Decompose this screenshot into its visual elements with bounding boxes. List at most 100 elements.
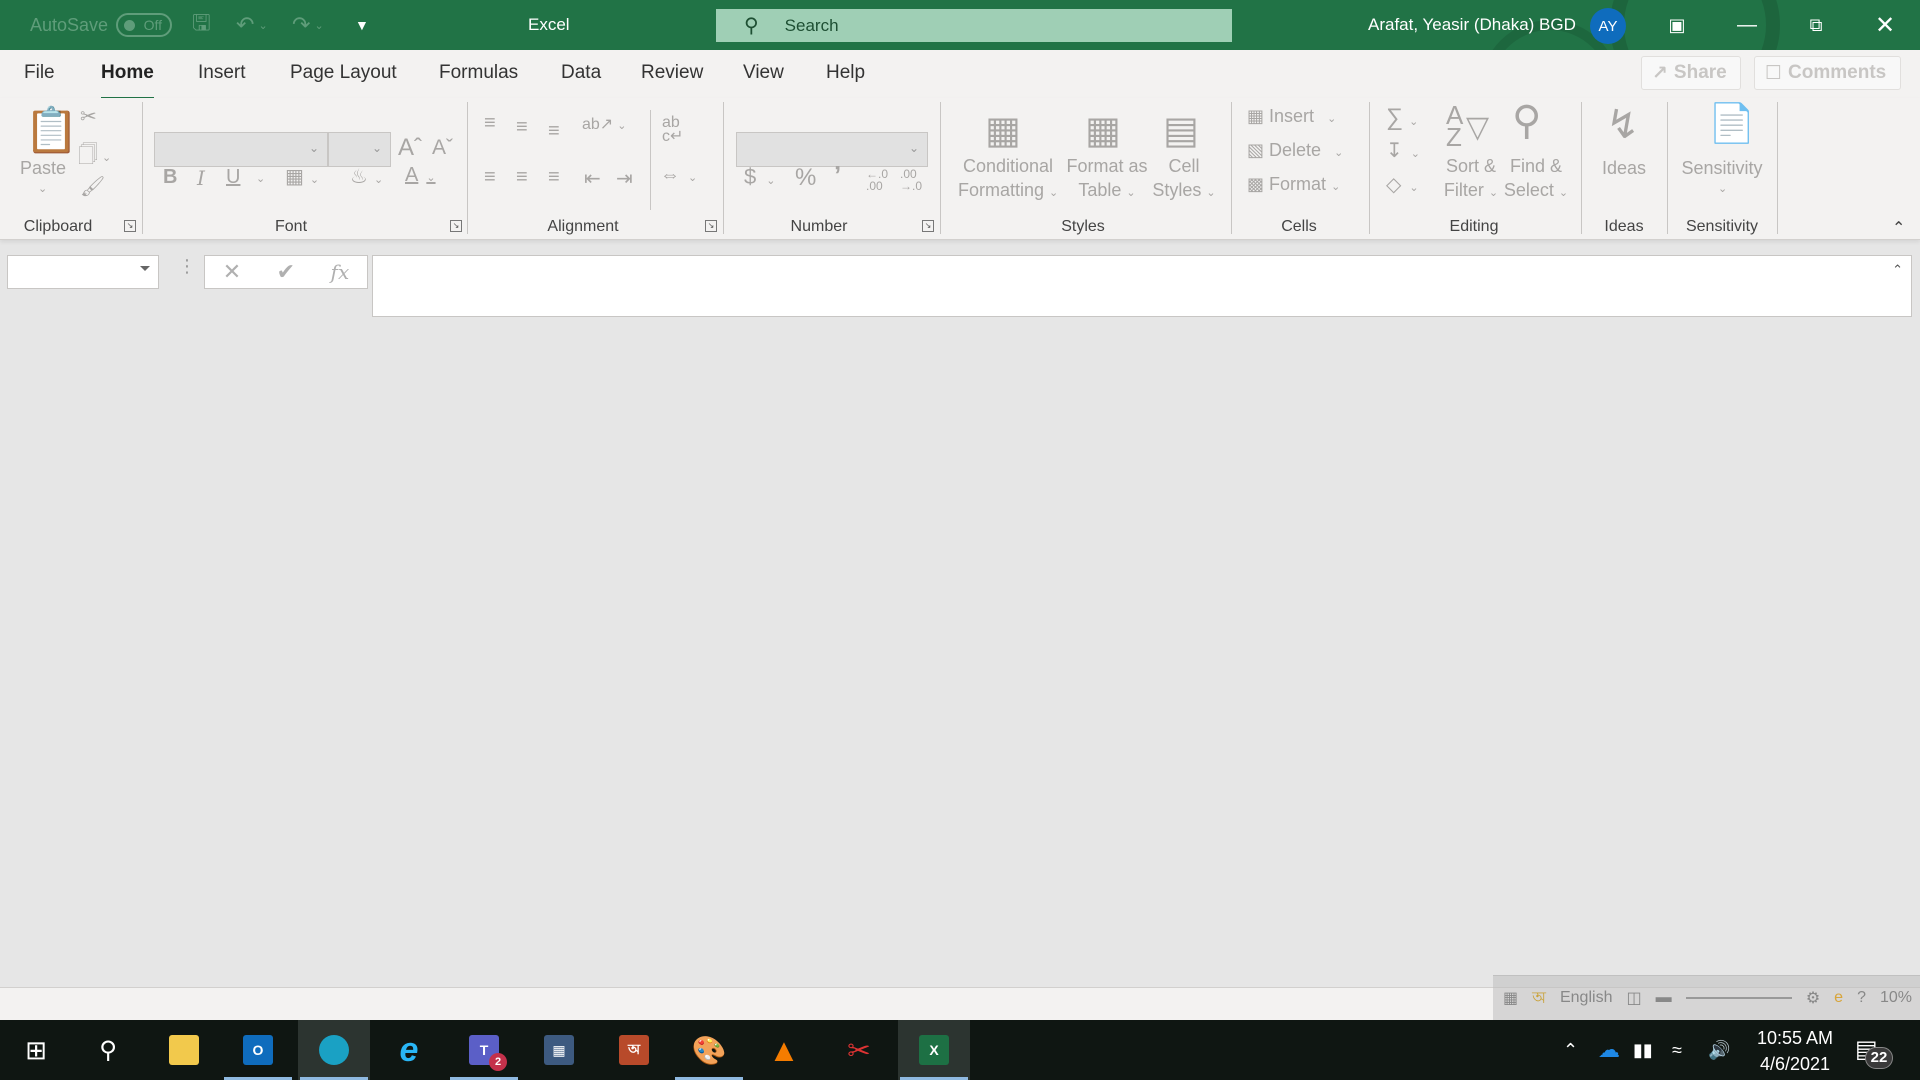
taskbar-calculator[interactable]: ▦ [523,1020,595,1080]
delete-cells-button[interactable]: ▧ Delete ⌄ [1247,138,1343,165]
restore-icon[interactable]: ⧉ [1786,0,1846,50]
number-format-combo[interactable]: ⌄ [736,132,928,167]
start-button[interactable]: ⊞ [0,1020,72,1080]
name-box[interactable] [7,255,159,289]
minimize-icon[interactable]: — [1717,0,1777,50]
user-name[interactable]: Arafat, Yeasir (Dhaka) BGD [1368,0,1576,50]
cut-icon[interactable]: ✂ [80,104,97,129]
format-as-table-button[interactable]: Format as Table ⌄ [1062,154,1152,205]
language-bar[interactable]: ▦ অ English ◫ ▬ ⚙ e ? 10% [1493,975,1920,1020]
autosave-control[interactable]: AutoSave Off [30,0,173,50]
underline-dropdown-icon[interactable]: ⌄ [256,172,265,185]
align-left-icon[interactable]: ≡ [484,166,496,189]
font-dialog-launcher[interactable]: ↘ [450,220,462,232]
decrease-indent-icon[interactable]: ⇤ [584,166,601,191]
insert-cells-button[interactable]: ▦ Insert ⌄ [1247,104,1336,131]
battery-icon[interactable]: ▮▮ [1633,1020,1653,1080]
enter-icon[interactable]: ✔ [277,259,295,285]
cell-styles-button[interactable]: Cell Styles ⌄ [1148,154,1220,205]
onedrive-icon[interactable]: ☁ [1598,1020,1620,1080]
taskbar-snipping-tool[interactable]: ✂ [823,1020,895,1080]
clipboard-dialog-launcher[interactable]: ↘ [124,220,136,232]
align-center-icon[interactable]: ≡ [516,166,528,189]
tab-review[interactable]: Review [641,62,703,84]
sort-filter-button[interactable]: Sort & Filter ⌄ [1435,154,1507,205]
save-icon[interactable]: 🖫 [192,0,211,50]
format-cells-button[interactable]: ▩ Format ⌄ [1247,172,1340,199]
tab-help[interactable]: Help [826,62,865,84]
increase-font-size-button[interactable]: Aˆ [398,134,422,162]
tab-view[interactable]: View [743,62,784,84]
autosave-toggle[interactable]: Off [116,13,173,37]
ribbon-display-options-icon[interactable]: ▣ [1647,0,1707,50]
taskbar-file-explorer[interactable] [148,1020,220,1080]
taskbar-edge[interactable] [298,1020,370,1080]
wrap-text-icon[interactable]: ab c↵ [662,115,683,145]
decrease-decimal-button[interactable]: .00 →.0 [900,168,930,192]
paste-dropdown-icon[interactable]: ⌄ [38,182,47,195]
taskbar-teams[interactable]: T2 [448,1020,520,1080]
format-painter-icon[interactable]: 🖌 [80,174,105,199]
merge-center-icon[interactable]: ⇔ ⌄ [660,164,697,187]
bottom-align-icon[interactable]: ≡ [548,120,560,143]
font-color-icon[interactable]: A ⌄ [405,164,436,187]
fill-icon[interactable]: ↧ ⌄ [1386,138,1420,163]
clock[interactable]: 10:55 AM 4/6/2021 [1750,1025,1840,1077]
taskbar-internet-explorer[interactable]: e [373,1020,445,1080]
borders-icon[interactable]: ▦ ⌄ [285,164,319,189]
top-align-icon[interactable]: ≡ [484,112,496,135]
number-dialog-launcher[interactable]: ↘ [922,220,934,232]
zoom-slider[interactable] [1685,997,1792,999]
taskbar-bangla-keyboard[interactable]: অ [598,1020,670,1080]
increase-decimal-button[interactable]: ←.0 .00 [866,168,896,192]
formula-bar-resize-handle[interactable]: ⋮ [178,257,196,275]
sensitivity-dropdown-icon[interactable]: ⌄ [1718,182,1727,195]
taskbar-excel[interactable]: X [898,1020,970,1080]
insert-function-icon[interactable]: fx [331,260,350,284]
copy-icon[interactable]: 🗍 ⌄ [78,140,111,174]
font-size-combo[interactable]: ⌄ [328,132,391,167]
show-hidden-icons[interactable]: ⌃ [1563,1020,1578,1080]
currency-button[interactable]: $ ⌄ [744,164,775,190]
taskbar-outlook[interactable]: O [222,1020,294,1080]
sensitivity-button[interactable]: Sensitivity [1680,156,1764,180]
paste-button[interactable]: Paste [20,156,66,180]
taskbar-vlc[interactable]: ▲ [748,1020,820,1080]
comma-style-button[interactable]: ’ [834,160,841,191]
tab-file[interactable]: File [24,62,55,84]
volume-icon[interactable]: 🔊 [1708,1020,1730,1080]
comments-button[interactable]: ☐ Comments [1754,56,1901,90]
fill-color-icon[interactable]: ♨ ⌄ [350,164,383,189]
close-icon[interactable]: ✕ [1855,0,1915,50]
cancel-icon[interactable]: ✕ [223,259,241,285]
font-name-combo[interactable]: ⌄ [154,132,328,167]
orientation-icon[interactable]: ab↗ ⌄ [582,114,626,134]
bold-button[interactable]: B [163,166,177,189]
percent-button[interactable]: % [795,164,816,192]
undo-icon[interactable]: ↶ ⌄ [236,0,268,50]
underline-button[interactable]: U [226,166,240,189]
language-label[interactable]: English [1560,989,1612,1007]
middle-align-icon[interactable]: ≡ [516,116,528,139]
conditional-formatting-button[interactable]: Conditional Formatting ⌄ [958,154,1058,205]
alignment-dialog-launcher[interactable]: ↘ [705,220,717,232]
name-box-dropdown-icon[interactable] [140,266,150,271]
ideas-button[interactable]: Ideas [1600,156,1648,180]
customize-qat-icon[interactable]: ▼ [355,0,369,50]
search-box[interactable]: ⚲ Search [716,9,1232,42]
tab-insert[interactable]: Insert [198,62,246,84]
share-button[interactable]: ↗ Share [1641,56,1741,90]
italic-button[interactable]: I [197,166,205,190]
clear-icon[interactable]: ◇ ⌄ [1386,172,1419,197]
formula-input[interactable]: ⌃ [372,255,1912,317]
collapse-ribbon-icon[interactable]: ⌃ [1892,218,1905,238]
autosum-icon[interactable]: ∑ ⌄ [1386,104,1418,132]
collapse-formula-bar-icon[interactable]: ⌃ [1892,262,1903,278]
increase-indent-icon[interactable]: ⇥ [616,166,633,191]
tab-formulas[interactable]: Formulas [439,62,518,84]
redo-icon[interactable]: ↷ ⌄ [292,0,324,50]
avatar[interactable]: AY [1590,8,1626,44]
tab-page-layout[interactable]: Page Layout [290,62,397,84]
wifi-icon[interactable]: ≈ [1672,1020,1682,1080]
paste-icon[interactable]: 📋 [24,104,79,156]
